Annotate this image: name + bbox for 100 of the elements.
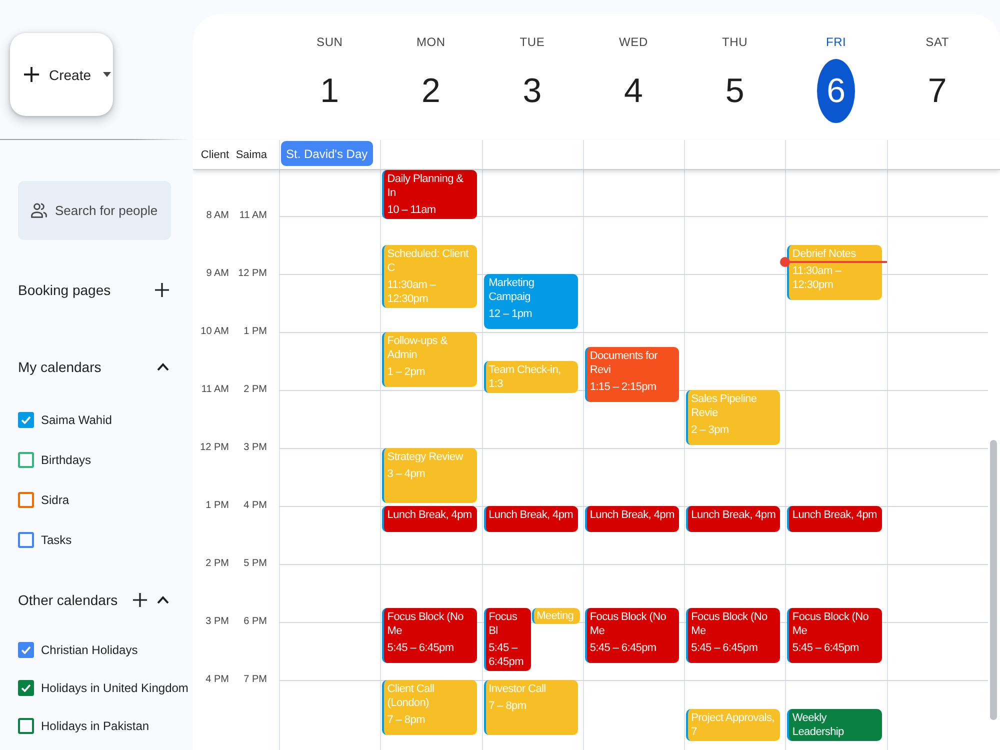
checkbox[interactable] — [18, 718, 34, 734]
calendar-name: Christian Holidays — [41, 643, 138, 657]
event-title: Lunch Break, 4pm — [691, 508, 777, 522]
event-time: 3 – 4pm — [387, 467, 426, 481]
all-day-event[interactable]: St. David's Day — [281, 141, 373, 166]
event-time: 1:15 – 2:15pm — [590, 380, 658, 394]
event-chip[interactable]: Focus Block (No Me 5:45 – 6:45pm — [787, 608, 882, 662]
current-time-dot — [780, 257, 790, 268]
date-number[interactable]: 4 — [614, 59, 652, 123]
plus-icon[interactable] — [133, 593, 147, 607]
time-label: 8 AM — [205, 209, 230, 223]
time-label: 12 PM — [199, 441, 230, 455]
event-title: Follow-ups & Admin — [387, 334, 448, 362]
calendar-name: Saima Wahid — [41, 413, 112, 427]
date-number[interactable]: 7 — [918, 59, 956, 123]
calendar-name: Tasks — [41, 533, 72, 547]
event-chip[interactable]: Documents for Revi 1:15 – 2:15pm — [584, 346, 680, 402]
section-title: Booking pages — [18, 282, 112, 298]
event-title: Focus Bl — [488, 610, 518, 638]
event-chip[interactable]: Lunch Break, 4pm — [584, 506, 680, 532]
calendar-name: Sidra — [41, 493, 70, 507]
time-label: 9 AM — [205, 267, 230, 281]
checkbox[interactable] — [18, 642, 34, 658]
event-title: Focus Block (No Me — [792, 610, 870, 638]
time-label: 3 PM — [242, 441, 268, 455]
event-title: Focus Block (No Me — [387, 610, 464, 638]
event-time: 5:45 – 6:45pm — [590, 640, 658, 654]
section-title: Other calendars — [18, 592, 119, 608]
event-chip[interactable]: Daily Planning & In 10 – 11am — [382, 170, 477, 219]
event-chip[interactable]: Focus Block (No Me 5:45 – 6:45pm — [584, 608, 680, 662]
weekday-label: THU — [722, 35, 748, 49]
weekday-label: SAT — [926, 35, 950, 49]
event-title: Team Check-in, 1:3 — [488, 363, 562, 391]
scrollbar-thumb[interactable] — [990, 440, 998, 720]
event-title: Project Approvals, 7 — [691, 711, 776, 739]
event-title: Debrief Notes — [792, 247, 857, 261]
event-title: Strategy Review — [387, 450, 464, 464]
event-title: Lunch Break, 4pm — [792, 508, 878, 522]
event-title: Client Call (London) — [387, 682, 436, 710]
check-icon — [21, 416, 31, 424]
time-label: 7 PM — [242, 673, 268, 687]
date-number[interactable]: 1 — [310, 59, 349, 123]
checkbox[interactable] — [18, 492, 34, 508]
event-time: 11:30am – 12:30pm — [792, 264, 842, 292]
date-number[interactable]: 2 — [412, 59, 450, 123]
weekday-label: WED — [619, 35, 648, 49]
check-icon — [21, 684, 31, 692]
event-chip[interactable]: Weekly Leadership — [787, 709, 882, 741]
event-chip[interactable]: Lunch Break, 4pm — [382, 506, 477, 532]
event-time: 2 – 3pm — [691, 423, 730, 437]
search-field[interactable]: Search for people — [18, 181, 171, 240]
checkbox[interactable] — [18, 452, 34, 468]
time-label: 10 AM — [200, 325, 230, 339]
event-time: 7 – 8pm — [488, 699, 528, 713]
event-chip[interactable]: Focus Block (No Me 5:45 – 6:45pm — [686, 608, 780, 662]
checkbox[interactable] — [18, 680, 34, 696]
date-number[interactable]: 5 — [716, 59, 754, 123]
event-time: 5:45 – 6:45pm — [792, 640, 860, 654]
chevron-up-icon[interactable] — [157, 596, 169, 604]
event-title: Focus Block (No Me — [691, 610, 768, 638]
event-time: 5:45 – 6:45pm — [488, 640, 524, 668]
event-time: 5:45 – 6:45pm — [691, 640, 759, 654]
event-time: 10 – 11am — [387, 203, 437, 217]
checkbox[interactable] — [18, 412, 34, 428]
event-title: Meeting — [536, 608, 575, 622]
time-label: 2 PM — [242, 383, 268, 397]
event-title: Focus Block (No Me — [590, 610, 668, 638]
weekday-label: SUN — [316, 35, 343, 49]
calendar-name: Birthdays — [41, 453, 92, 467]
event-chip[interactable]: Lunch Break, 4pm — [686, 506, 780, 532]
date-number[interactable]: 3 — [513, 59, 552, 123]
chevron-up-icon[interactable] — [157, 363, 169, 371]
timezone-label: Client — [200, 148, 230, 162]
time-label: 1 PM — [204, 499, 230, 513]
time-label: 6 PM — [242, 615, 268, 629]
time-label: 11 AM — [238, 209, 268, 223]
event-chip[interactable]: Lunch Break, 4pm — [484, 506, 578, 532]
event-chip[interactable]: Marketing Campaig 12 – 1pm — [484, 274, 578, 329]
plus-icon[interactable] — [155, 283, 169, 297]
event-time: 1 – 2pm — [387, 365, 426, 379]
create-button[interactable]: Create — [10, 33, 113, 116]
event-chip[interactable]: Focus Bl 5:45 – 6:45pm — [484, 608, 531, 670]
weekday-label: TUE — [520, 35, 545, 49]
timezone-label: Saima — [234, 148, 268, 162]
people-icon — [31, 202, 47, 218]
event-chip[interactable]: Focus Block (No Me 5:45 – 6:45pm — [382, 608, 477, 662]
date-number[interactable]: 6 — [817, 59, 856, 123]
checkbox[interactable] — [18, 532, 34, 548]
time-label: 2 PM — [204, 557, 230, 571]
event-title: Lunch Break, 4pm — [488, 508, 574, 522]
event-title: Sales Pipeline Revie — [691, 392, 758, 420]
time-label: 4 PM — [204, 673, 230, 687]
event-title: Lunch Break, 4pm — [590, 508, 676, 522]
section-title: My calendars — [18, 359, 102, 375]
event-time: 11:30am – 12:30pm — [387, 278, 437, 306]
time-label: 4 PM — [242, 499, 268, 513]
event-title: Scheduled: Client C — [387, 247, 470, 275]
event-chip[interactable]: Lunch Break, 4pm — [787, 506, 882, 532]
event-time: 7 – 8pm — [387, 713, 426, 727]
check-icon — [21, 646, 31, 654]
